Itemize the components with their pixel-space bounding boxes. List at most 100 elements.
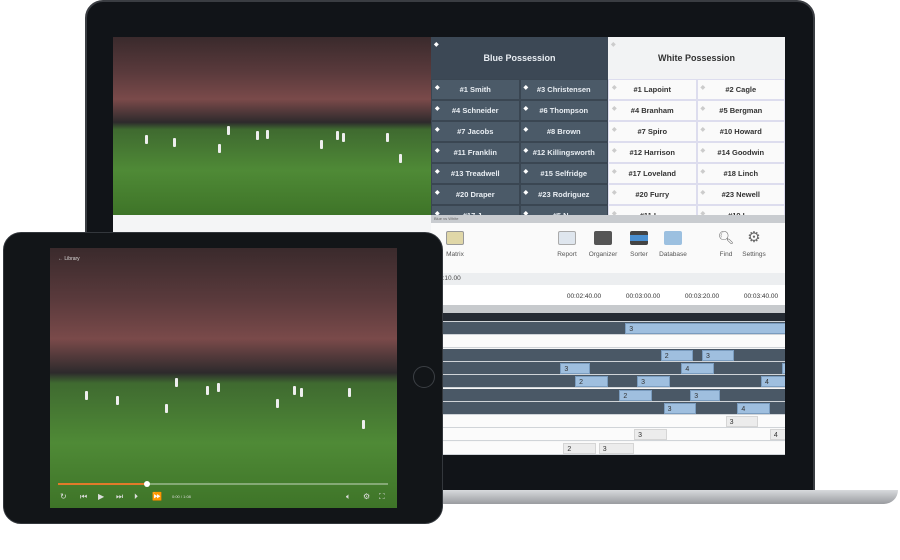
label: Organizer xyxy=(588,251,618,258)
timeline-row[interactable]: 6 xyxy=(431,335,785,349)
fullscreen-icon[interactable]: ⛶ xyxy=(379,492,385,502)
play-icon[interactable]: ▶ xyxy=(98,492,104,501)
player-cell[interactable]: ◆ #20 Furry xyxy=(608,184,697,205)
timeline-segment[interactable]: 3 xyxy=(625,323,785,334)
step-forward-icon[interactable]: ⏵ xyxy=(134,492,138,502)
progress-bar[interactable] xyxy=(58,481,388,487)
timeline-segment[interactable]: 3 xyxy=(690,389,720,401)
settings-button[interactable]: ⚙ Settings xyxy=(734,230,774,258)
player-cell[interactable]: ◆ #14 Goodwin xyxy=(696,142,785,163)
drag-handle-icon: ◆ xyxy=(435,190,440,196)
player-cell[interactable]: ◆ #4 Schneider xyxy=(431,100,520,121)
timeline-row[interactable]: 2345 xyxy=(431,348,785,362)
timeline-segment[interactable]: 3 xyxy=(637,376,670,388)
player-figure xyxy=(115,396,119,406)
tablet-video-player[interactable]: ← Library ↻ ⏮ ▶ ⏭ ⏵ ⏩ 0:00 / 1:08 🔈︎ ⚙ ⛶ xyxy=(50,248,397,508)
time-ruler[interactable]: 00:02:40.00 00:03:00.00 00:03:20.00 00:03:4… xyxy=(431,285,785,305)
timeline-row[interactable]: 2345 xyxy=(431,375,785,389)
player-cell[interactable]: ◆ #2 Cagle xyxy=(696,79,785,100)
timeline-row[interactable]: 345 xyxy=(431,428,785,442)
player-cell[interactable]: ◆ #15 Selfridge xyxy=(519,163,608,184)
player-cell[interactable]: ◆ #17 Loveland xyxy=(608,163,697,184)
white-possession-header[interactable]: ◆ White Possession xyxy=(608,37,785,79)
drag-handle-icon: ◆ xyxy=(523,85,529,91)
home-button[interactable] xyxy=(413,366,435,388)
database-button[interactable]: Database xyxy=(653,231,693,258)
player-name: #1 Lapoint xyxy=(633,85,671,94)
gear-icon[interactable]: ⚙ xyxy=(363,492,370,501)
player-cell[interactable]: ◆ #23 Newell xyxy=(696,184,785,205)
label: Sorter xyxy=(630,251,648,258)
drag-handle-icon: ◆ xyxy=(435,148,440,154)
player-name: #11 Franklin xyxy=(453,148,497,157)
timeline-segment[interactable]: 3 xyxy=(560,362,590,374)
header-label: White Possession xyxy=(657,53,736,63)
timeline-segment[interactable]: 4 xyxy=(681,362,714,374)
drag-handle-icon: ◆ xyxy=(435,106,440,112)
player-name: #13 Treadwell xyxy=(450,169,500,178)
skip-back-icon[interactable]: ⏮ xyxy=(80,492,87,502)
timeline-segment[interactable]: 3 xyxy=(663,402,697,414)
player-name: #5 Bergman xyxy=(719,106,763,115)
blue-possession-header[interactable]: ◆ Blue Possession xyxy=(431,37,608,79)
organizer-button[interactable]: Organizer xyxy=(583,231,623,258)
player-cell[interactable]: ◆ #12 Killingsworth xyxy=(519,142,608,163)
fast-forward-icon[interactable]: ⏩ xyxy=(152,492,162,501)
player-cell[interactable]: ◆ #13 Treadwell xyxy=(431,163,520,184)
time-tick: 00:03:00.00 xyxy=(625,293,661,300)
player-cell[interactable]: ◆ #6 Thompson xyxy=(519,100,608,121)
label: Settings xyxy=(742,251,766,258)
player-cell[interactable]: ◆ #10 Howard xyxy=(696,121,785,142)
timeline-row[interactable]: 234 xyxy=(431,441,785,455)
timeline-segment[interactable]: 4 xyxy=(769,429,785,441)
timeline-segment[interactable]: 3 xyxy=(702,349,735,361)
drag-handle-icon: ◆ xyxy=(612,85,617,91)
ruler-divider xyxy=(431,305,785,313)
progress-knob[interactable] xyxy=(144,481,151,487)
player-cell[interactable]: ◆ #11 Franklin xyxy=(431,142,520,163)
player-name: #15 Selfridge xyxy=(540,169,588,178)
timeline-row[interactable]: 234 xyxy=(431,388,785,402)
player-cell[interactable]: ◆ #7 Spiro xyxy=(608,121,697,142)
timeline-segment[interactable]: 3 xyxy=(598,442,635,454)
timeline-segment[interactable]: 2 xyxy=(619,389,652,401)
timeline-segment[interactable]: 4 xyxy=(737,402,770,414)
player-name: #20 Draper xyxy=(455,190,495,199)
player-cell[interactable]: ◆ #7 Jacobs xyxy=(431,121,520,142)
timeline-segment[interactable]: 5 xyxy=(781,362,785,374)
label: Matrix xyxy=(446,251,464,258)
player-figure xyxy=(173,138,177,148)
timeline-segment[interactable]: 3 xyxy=(634,429,667,441)
report-button[interactable]: Report xyxy=(547,231,587,258)
timeline-segment[interactable]: 2 xyxy=(660,349,694,361)
player-cell[interactable]: ◆ #12 Harrison xyxy=(608,142,697,163)
timeline-row[interactable]: 34 xyxy=(431,322,785,335)
organizer-icon xyxy=(594,231,612,245)
player-name: #14 Goodwin xyxy=(717,148,765,157)
player-cell[interactable]: ◆ #4 Branham xyxy=(608,100,697,121)
player-cell[interactable]: ◆ #8 Brown xyxy=(519,121,608,142)
player-cell[interactable]: ◆ #1 Smith xyxy=(431,79,520,100)
timeline-segment[interactable]: 4 xyxy=(761,376,785,388)
player-cell[interactable]: ◆ #5 Bergman xyxy=(696,100,785,121)
drag-handle-icon: ◆ xyxy=(612,169,617,175)
timeline-segment[interactable]: 2 xyxy=(575,376,608,388)
back-to-library-link[interactable]: ← Library xyxy=(58,256,80,262)
timeline-segment[interactable]: 3 xyxy=(725,416,759,428)
player-cell[interactable]: ◆ #20 Draper xyxy=(431,184,520,205)
timeline-row[interactable]: 345 xyxy=(431,401,785,415)
player-cell[interactable]: ◆ #3 Christensen xyxy=(519,79,608,100)
timeline-segment[interactable]: 2 xyxy=(563,442,596,454)
player-cell[interactable]: ◆ #1 Lapoint xyxy=(608,79,697,100)
timeline-tracks[interactable]: 34623453452345234345345345234 xyxy=(431,313,785,455)
replay-icon[interactable]: ↻ xyxy=(60,492,67,501)
volume-icon[interactable]: 🔈︎ xyxy=(346,492,351,502)
player-figure xyxy=(216,383,220,393)
player-cell[interactable]: ◆ #23 Rodriguez xyxy=(519,184,608,205)
timeline-row[interactable]: 345 xyxy=(431,415,785,429)
player-cell[interactable]: ◆ #18 Linch xyxy=(696,163,785,184)
video-player[interactable] xyxy=(113,37,431,215)
timeline-row[interactable]: 3 4 5 xyxy=(431,361,785,375)
player-figure xyxy=(292,385,296,395)
skip-forward-icon[interactable]: ⏭ xyxy=(116,492,123,502)
